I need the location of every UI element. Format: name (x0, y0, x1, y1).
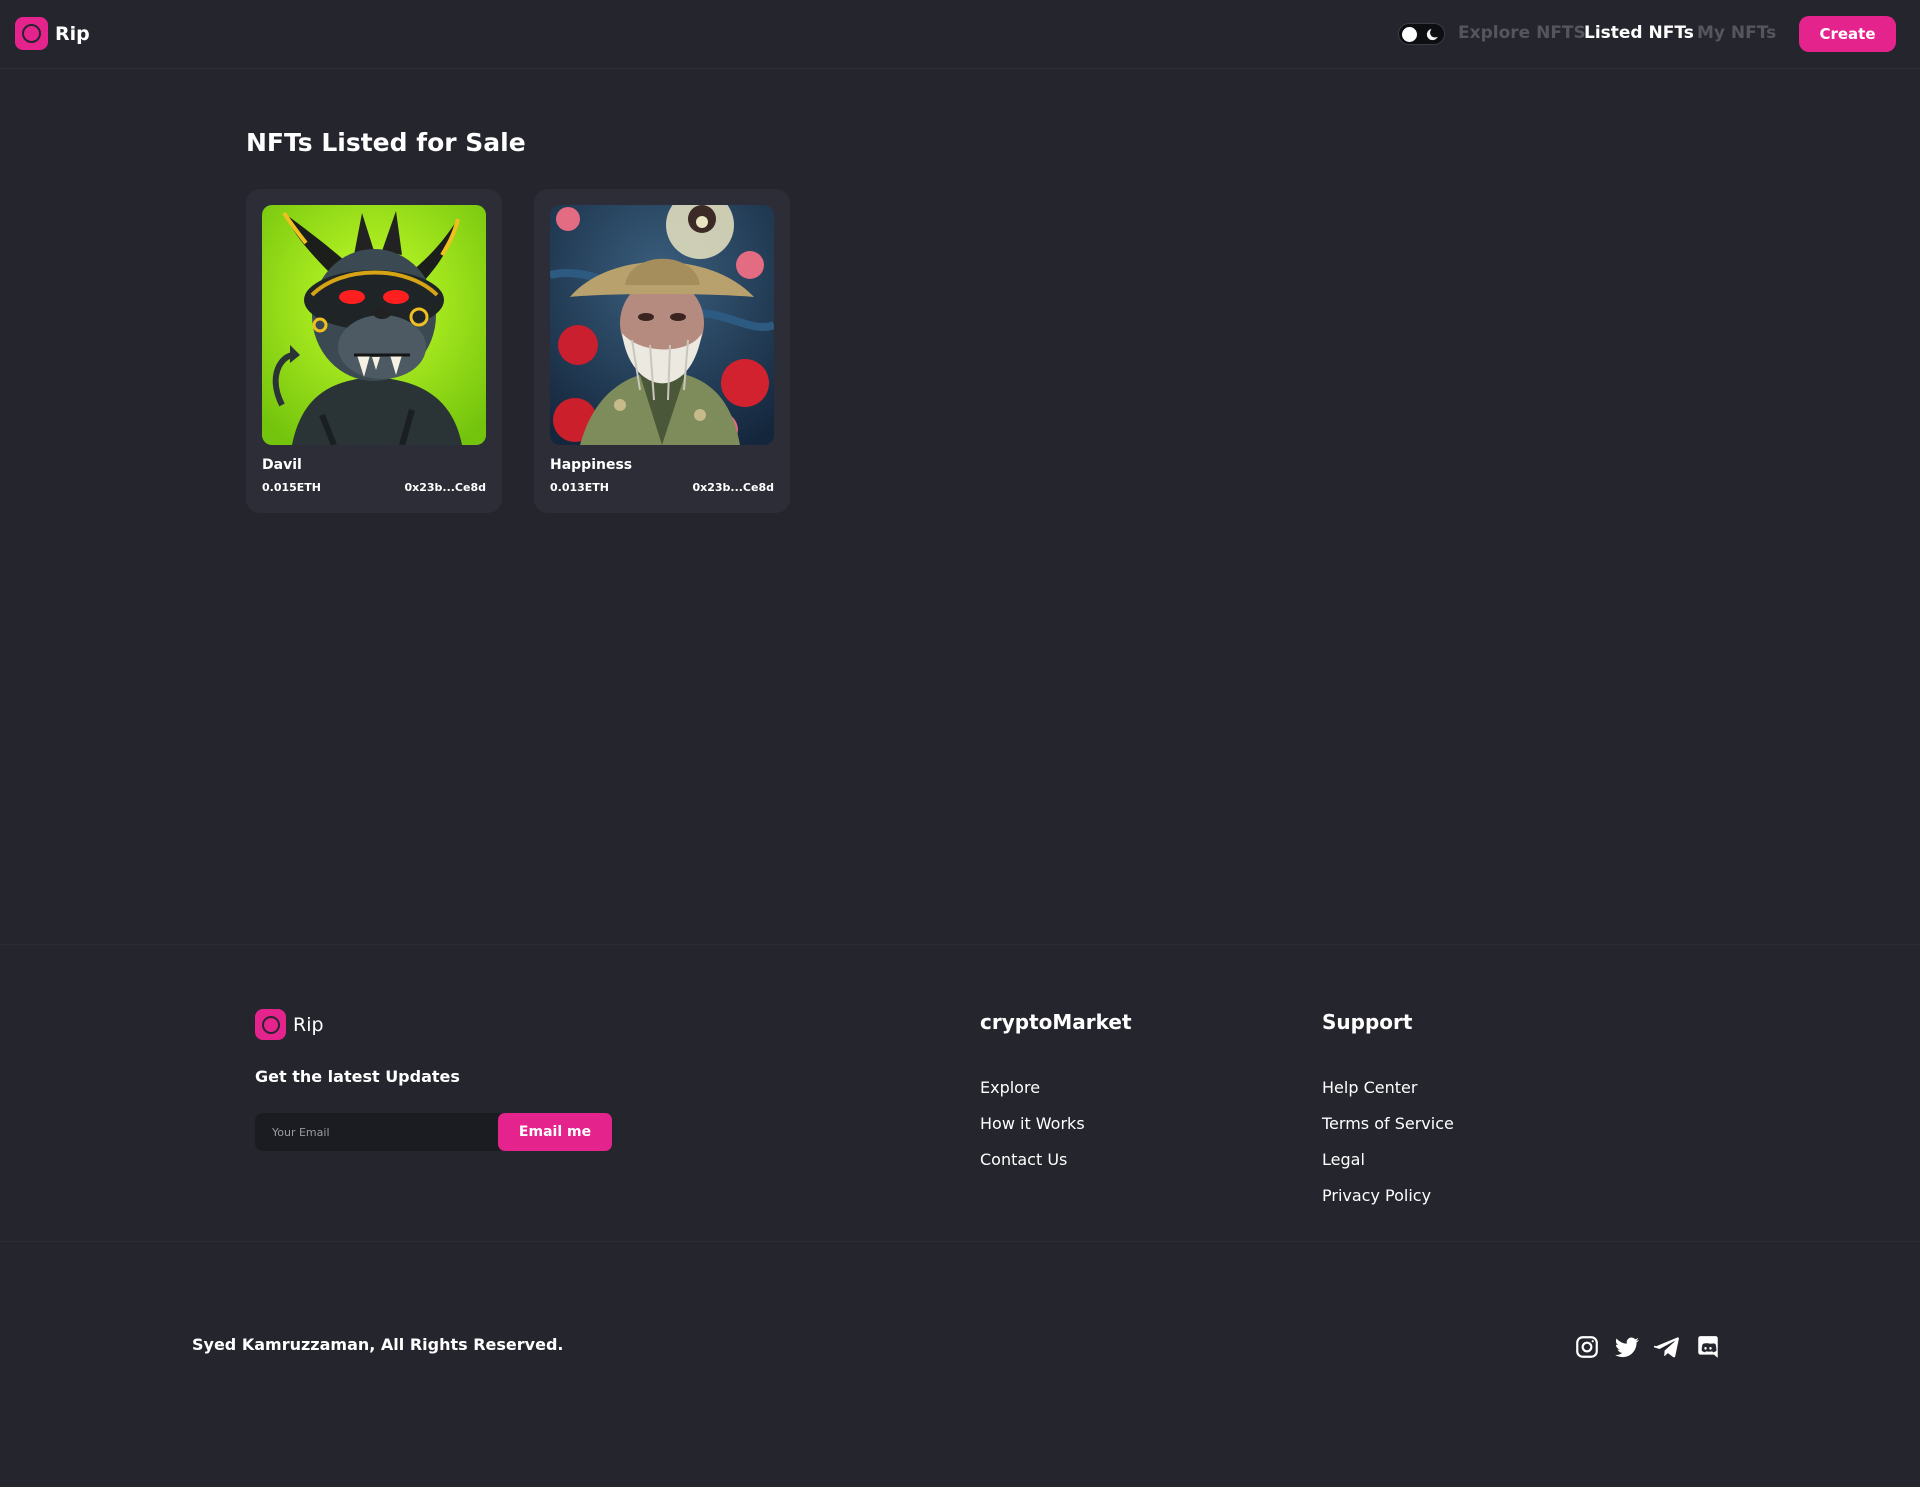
nft-artwork-davil (262, 205, 486, 445)
brand-logo[interactable]: Rip (15, 17, 90, 50)
newsletter-form: Email me (255, 1113, 612, 1151)
footer-column-title-market: cryptoMarket (980, 1010, 1132, 1034)
navbar: Rip Explore NFTS Listed NFTs My NFTs Cre… (0, 0, 1920, 69)
instagram-icon[interactable] (1574, 1334, 1600, 1360)
nav-my-nfts[interactable]: My NFTs (1697, 23, 1776, 43)
nft-card[interactable]: Happiness 0.013ETH 0x23b...Ce8d (534, 189, 790, 513)
nft-owner-address: 0x23b...Ce8d (692, 481, 774, 494)
theme-toggle[interactable] (1398, 23, 1445, 45)
email-me-button[interactable]: Email me (498, 1113, 612, 1151)
nft-card[interactable]: Davil 0.015ETH 0x23b...Ce8d (246, 189, 502, 513)
moon-icon (1426, 27, 1440, 41)
footer-brand-name: Rip (293, 1013, 324, 1036)
footer-divider (0, 1241, 1920, 1242)
nft-price: 0.013ETH (550, 481, 610, 494)
updates-heading: Get the latest Updates (255, 1067, 460, 1086)
logo-icon (15, 17, 48, 50)
footer-links-market: Explore How it Works Contact Us (980, 1076, 1085, 1184)
logo-icon (255, 1009, 286, 1040)
nft-name: Happiness (550, 457, 633, 473)
nft-name: Davil (262, 457, 302, 473)
footer-link-help-center[interactable]: Help Center (1322, 1076, 1454, 1112)
nft-artwork-happiness (550, 205, 774, 445)
nft-owner-address: 0x23b...Ce8d (404, 481, 486, 494)
nft-price: 0.015ETH (262, 481, 322, 494)
footer-link-terms-of-service[interactable]: Terms of Service (1322, 1112, 1454, 1148)
footer-link-contact-us[interactable]: Contact Us (980, 1148, 1085, 1184)
footer-links-support: Help Center Terms of Service Legal Priva… (1322, 1076, 1454, 1220)
email-input[interactable] (255, 1113, 505, 1151)
footer-brand-logo[interactable]: Rip (255, 1009, 324, 1040)
footer-link-explore[interactable]: Explore (980, 1076, 1085, 1112)
copyright-text: Syed Kamruzzaman, All Rights Reserved. (192, 1335, 564, 1354)
footer-link-legal[interactable]: Legal (1322, 1148, 1454, 1184)
nav-listed-nfts[interactable]: Listed NFTs (1584, 23, 1694, 43)
page-title: NFTs Listed for Sale (246, 128, 526, 157)
nav-explore-nfts[interactable]: Explore NFTS (1458, 23, 1586, 43)
footer-column-title-support: Support (1322, 1010, 1413, 1034)
toggle-knob (1402, 27, 1417, 42)
create-button[interactable]: Create (1799, 16, 1896, 52)
nft-image (550, 205, 774, 445)
footer-divider (0, 944, 1920, 945)
brand-name: Rip (55, 22, 90, 45)
footer-link-how-it-works[interactable]: How it Works (980, 1112, 1085, 1148)
twitter-icon[interactable] (1614, 1334, 1640, 1360)
footer-link-privacy-policy[interactable]: Privacy Policy (1322, 1184, 1454, 1220)
discord-icon[interactable] (1695, 1334, 1721, 1360)
telegram-icon[interactable] (1654, 1334, 1680, 1360)
nft-image (262, 205, 486, 445)
